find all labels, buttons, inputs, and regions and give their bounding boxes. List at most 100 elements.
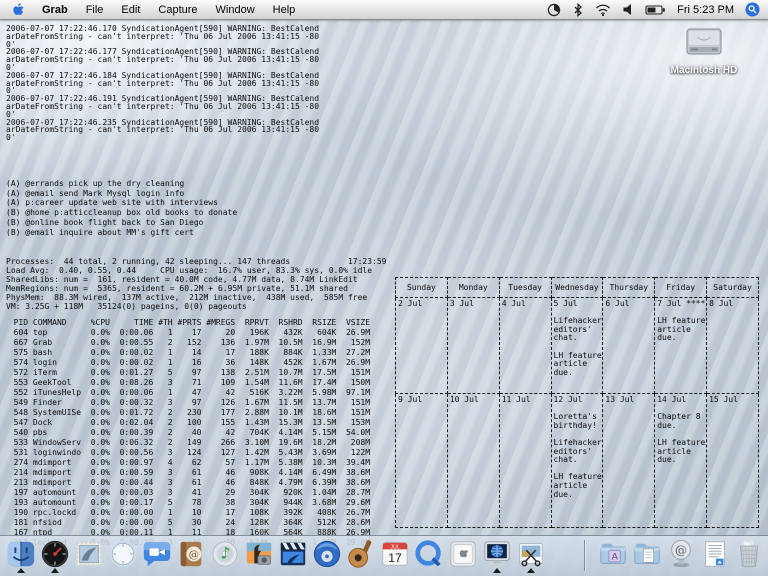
system-preferences-icon	[448, 539, 478, 569]
calendar-cell: 3 Jul	[447, 298, 499, 394]
dock: @ ♪ JUL17 A @	[0, 535, 768, 576]
app-menus: GrabFileEditCaptureWindowHelp	[33, 2, 304, 18]
menu-edit[interactable]: Edit	[112, 2, 149, 18]
finder-icon	[6, 539, 36, 569]
ical-icon: JUL17	[380, 539, 410, 569]
dashboard-icon	[40, 539, 70, 569]
documents-folder-icon	[632, 539, 662, 569]
imovie-icon	[278, 539, 308, 569]
hard-drive-icon	[684, 27, 724, 59]
dock-item-idvd[interactable]	[312, 539, 342, 572]
calendar-day-header: Tuesday	[499, 278, 551, 298]
menu-bar-clock[interactable]: Fri 5:23 PM	[677, 4, 734, 16]
dock-item-applications-folder[interactable]: A	[598, 539, 628, 572]
running-indicator	[51, 568, 59, 573]
calendar-cell: 4 Jul	[499, 298, 551, 394]
bluetooth-icon[interactable]	[572, 3, 584, 17]
dock-item-web-location[interactable]: @	[666, 539, 696, 572]
status-icons	[547, 3, 666, 17]
calendar-day-header: Thursday	[603, 278, 655, 298]
menu-help[interactable]: Help	[264, 2, 305, 18]
dock-item-quicktime[interactable]	[414, 539, 444, 572]
dock-item-itunes[interactable]: ♪	[210, 539, 240, 572]
calendar-day-header: Friday	[655, 278, 707, 298]
volume-icon[interactable]	[622, 3, 634, 16]
dock-item-address-book[interactable]: @	[176, 539, 206, 572]
calendar-cell: 14 Jul Chapter 8 due. LH feature article…	[655, 394, 707, 528]
dock-item-system-preferences[interactable]	[448, 539, 478, 572]
menu-grab[interactable]: Grab	[33, 2, 77, 18]
dock-item-ichat[interactable]	[142, 539, 172, 572]
calendar-geeklet: SundayMondayTuesdayWednesdayThursdayFrid…	[395, 277, 759, 528]
calendar-cell: 5 Jul Lifehacker editors' chat. LH featu…	[551, 298, 603, 394]
dock-item-documents-folder[interactable]	[632, 539, 662, 572]
dock-item-dashboard[interactable]	[40, 539, 70, 572]
todo-list-geeklet: (A) @errands pick up the dry cleaning (A…	[6, 179, 237, 237]
dock-item-safari[interactable]	[108, 539, 138, 572]
garageband-icon	[346, 539, 376, 569]
internet-connect-icon	[482, 539, 512, 569]
process-table-geeklet: PID COMMAND %CPU TIME #TH #PRTS #MREGS R…	[4, 318, 370, 548]
macintosh-hd-icon[interactable]: Macintosh HD	[656, 27, 752, 76]
calendar-cell: 13 Jul	[603, 394, 655, 528]
calendar-cell: 6 Jul	[603, 298, 655, 394]
svg-text:A: A	[612, 551, 619, 561]
ichat-icon	[142, 539, 172, 569]
battery-icon[interactable]	[645, 4, 666, 16]
dock-item-finder[interactable]	[6, 539, 36, 572]
safari-icon	[108, 539, 138, 569]
svg-text:17: 17	[388, 551, 402, 565]
dock-item-mail[interactable]	[74, 539, 104, 572]
running-indicator	[527, 568, 535, 573]
text-document-icon	[700, 539, 730, 569]
calendar-cell: 2 Jul	[396, 298, 448, 394]
address-book-icon: @	[176, 539, 206, 569]
dock-item-text-document[interactable]	[700, 539, 730, 572]
mail-icon	[74, 539, 104, 569]
syslog-geeklet: 2006-07-07 17:22:46.170 SyndicationAgent…	[6, 25, 319, 142]
calendar-day-header: Saturday	[707, 278, 759, 298]
dock-item-garageband[interactable]	[346, 539, 376, 572]
trash-icon	[734, 539, 764, 569]
spotlight-icon[interactable]	[745, 2, 760, 17]
calendar-cell: 9 Jul	[396, 394, 448, 528]
time-pie-icon[interactable]	[547, 3, 561, 17]
calendar-cell: 8 Jul	[707, 298, 759, 394]
calendar-day-header: Wednesday	[551, 278, 603, 298]
dock-item-internet-connect[interactable]	[482, 539, 512, 572]
svg-text:@: @	[675, 543, 687, 557]
menu-bar-status-area: Fri 5:23 PM	[547, 2, 768, 17]
grab-icon	[516, 539, 546, 569]
menu-bar: GrabFileEditCaptureWindowHelp Fri 5:23 P…	[0, 0, 768, 20]
dock-item-iphoto[interactable]	[244, 539, 274, 572]
running-indicator	[493, 568, 501, 573]
dock-item-grab[interactable]	[516, 539, 546, 572]
wifi-icon[interactable]	[595, 3, 611, 16]
dock-item-trash[interactable]	[734, 539, 764, 572]
calendar-cell: 10 Jul	[447, 394, 499, 528]
calendar-table: SundayMondayTuesdayWednesdayThursdayFrid…	[395, 277, 759, 528]
dock-divider	[584, 540, 585, 571]
calendar-cell: 11 Jul	[499, 394, 551, 528]
svg-text:@: @	[189, 549, 199, 561]
svg-text:♪: ♪	[220, 544, 230, 563]
apple-menu-icon[interactable]	[0, 2, 33, 17]
calendar-cell: 7 Jul **** LH feature article due.	[655, 298, 707, 394]
calendar-cell: 15 Jul	[707, 394, 759, 528]
calendar-cell: 12 Jul Loretta's birthday! Lifehacker ed…	[551, 394, 603, 528]
applications-folder-icon: A	[598, 539, 628, 569]
svg-text:JUL: JUL	[390, 544, 399, 550]
system-stats-geeklet: Processes: 44 total, 2 running, 42 sleep…	[6, 257, 387, 311]
dock-item-ical[interactable]: JUL17	[380, 539, 410, 572]
calendar-day-header: Monday	[447, 278, 499, 298]
menu-file[interactable]: File	[77, 2, 113, 18]
menu-capture[interactable]: Capture	[149, 2, 206, 18]
drive-label: Macintosh HD	[656, 65, 752, 76]
iphoto-icon	[244, 539, 274, 569]
idvd-icon	[312, 539, 342, 569]
itunes-icon: ♪	[210, 539, 240, 569]
web-location-icon: @	[666, 539, 696, 569]
running-indicator	[17, 568, 25, 573]
menu-window[interactable]: Window	[207, 2, 264, 18]
dock-item-imovie[interactable]	[278, 539, 308, 572]
